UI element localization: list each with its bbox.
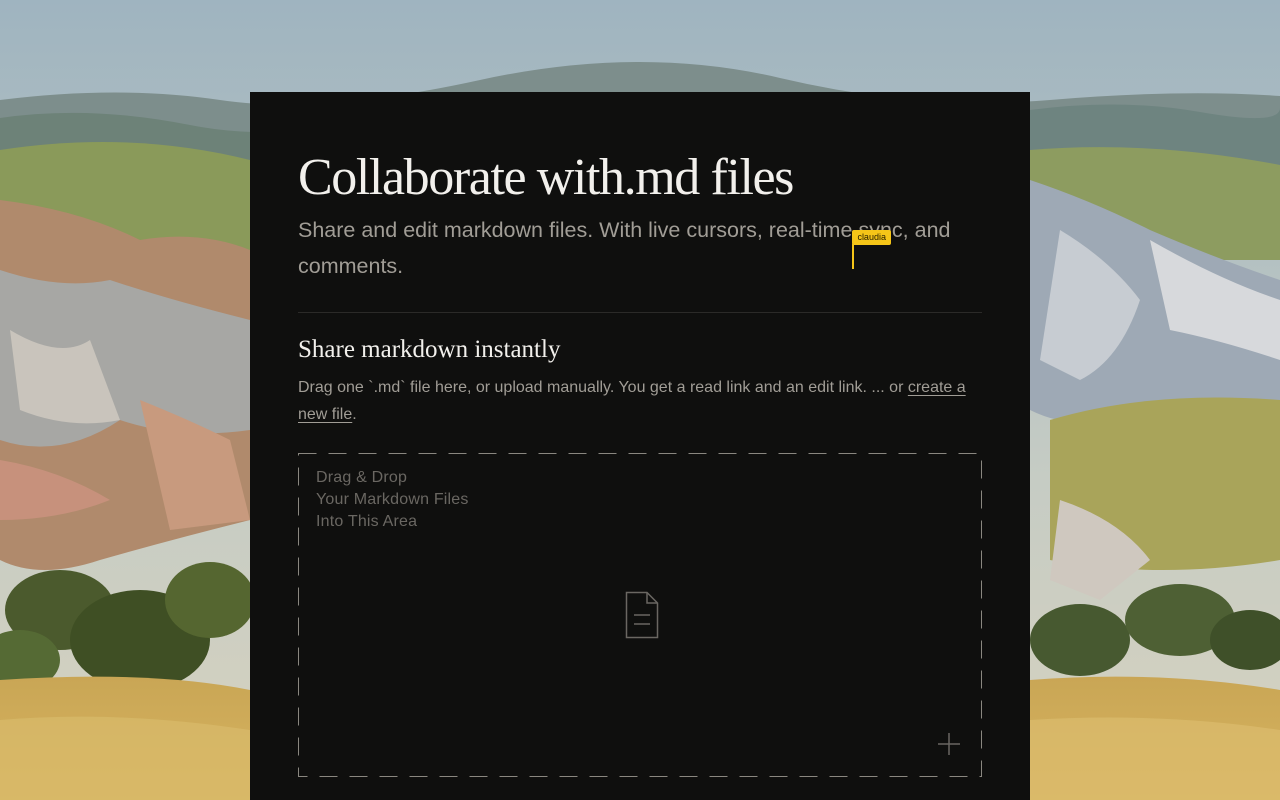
main-card: Collaborate with.md files Share and edit… <box>250 92 1030 800</box>
dropzone-label-line-1: Drag & Drop <box>316 469 408 486</box>
markdown-dropzone[interactable]: Drag & Drop Your Markdown Files Into Thi… <box>298 453 982 777</box>
live-cursor-user-tag: claudia <box>852 230 891 245</box>
section-divider <box>298 312 982 313</box>
dropzone-label-line-3: Into This Area <box>316 513 418 530</box>
section-description-suffix: . <box>352 406 357 423</box>
dropzone-label: Drag & Drop Your Markdown Files Into Thi… <box>316 467 469 533</box>
hero-title: Collaborate with.md files <box>298 149 794 206</box>
section-title: Share markdown instantly <box>298 336 561 363</box>
hero-subtitle: Share and edit markdown files. With live… <box>298 212 988 284</box>
hero-subtitle-text-start: Share and edit markdown files. With live… <box>298 218 853 242</box>
section-description-text: Drag one `.md` file here, or upload manu… <box>298 379 904 396</box>
live-cursor-caret <box>852 244 855 269</box>
dropzone-label-line-2: Your Markdown Files <box>316 491 469 508</box>
section-description: Drag one `.md` file here, or upload manu… <box>298 374 982 428</box>
document-icon <box>625 591 659 639</box>
plus-icon[interactable] <box>936 731 962 757</box>
